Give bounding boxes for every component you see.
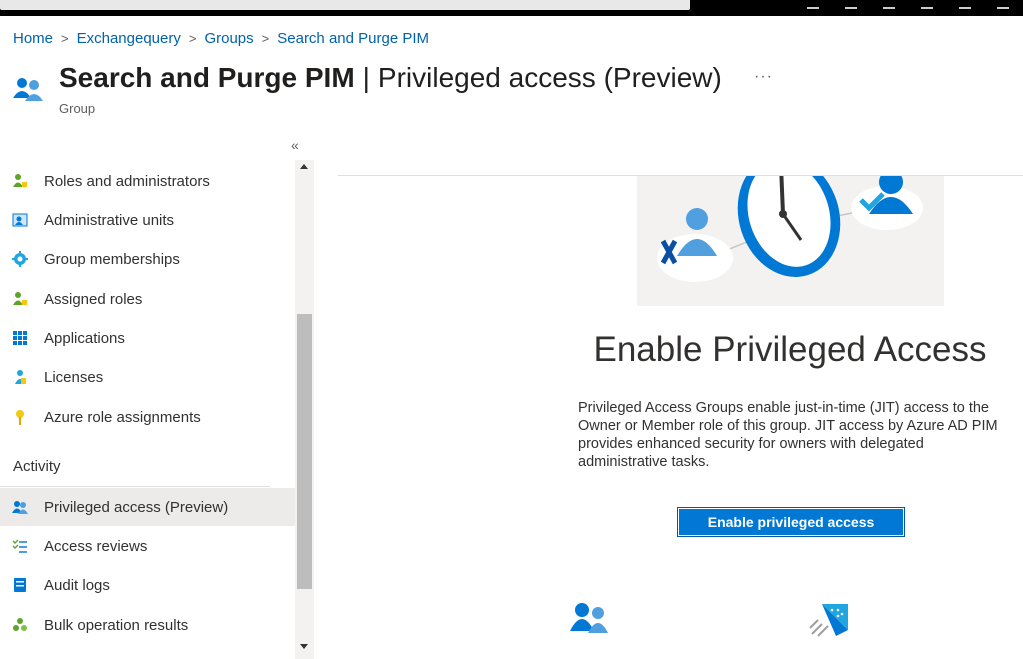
sidebar-item-label: Audit logs xyxy=(44,576,110,594)
breadcrumb-group[interactable]: Search and Purge PIM xyxy=(277,30,429,47)
sidebar-item-licenses[interactable]: Licenses xyxy=(0,358,295,396)
settings-icon[interactable] xyxy=(921,0,933,9)
scroll-up-icon[interactable] xyxy=(300,164,308,169)
sidebar-item-label: Azure role assignments xyxy=(44,408,201,426)
sidebar-item-azure-role-assignments[interactable]: Azure role assignments xyxy=(0,398,295,436)
directory-icon[interactable] xyxy=(845,0,857,9)
privileged-access-description: Privileged Access Groups enable just-in-… xyxy=(578,400,998,470)
help-icon[interactable] xyxy=(959,0,971,9)
admin-units-icon xyxy=(12,213,28,227)
sidebar-item-applications[interactable]: Applications xyxy=(0,319,295,357)
cloud-shell-icon[interactable] xyxy=(807,0,819,9)
sidebar-item-assigned-roles[interactable]: Assigned roles xyxy=(0,280,295,318)
sidebar-item-label: Bulk operation results xyxy=(44,616,189,634)
assigned-roles-icon xyxy=(13,292,27,305)
feedback-icon[interactable] xyxy=(997,0,1009,9)
privileged-access-icon xyxy=(12,501,28,514)
sidebar-item-label: Assigned roles xyxy=(44,290,143,308)
access-reviews-icon xyxy=(12,539,27,553)
sidebar-item-label: Access reviews xyxy=(44,537,148,555)
sidebar-item-access-reviews[interactable]: Access reviews xyxy=(0,527,295,565)
notifications-icon[interactable] xyxy=(883,0,895,9)
breadcrumb: Home > Exchangequery > Groups > Search a… xyxy=(13,30,429,47)
page-title-name: Search and Purge PIM xyxy=(59,62,355,93)
breadcrumb-tenant[interactable]: Exchangequery xyxy=(77,30,181,47)
bulk-operations-icon xyxy=(13,618,27,631)
enable-privileged-access-heading: Enable Privileged Access xyxy=(593,330,987,369)
page-title-separator: | xyxy=(362,62,370,93)
sidebar-item-group-memberships[interactable]: Group memberships xyxy=(0,240,295,278)
sidebar-item-bulk-operation-results[interactable]: Bulk operation results xyxy=(0,606,295,644)
scrollbar-thumb[interactable] xyxy=(297,314,312,589)
section-divider xyxy=(0,486,270,487)
sidebar-item-roles-and-administrators[interactable]: Roles and administrators xyxy=(0,162,295,200)
page-subtitle: Group xyxy=(59,101,96,116)
sidebar-item-label: Roles and administrators xyxy=(44,172,210,190)
key-icon xyxy=(16,410,24,425)
breadcrumb-separator: > xyxy=(261,31,270,46)
privileged-access-illustration xyxy=(637,176,944,306)
sidebar-scrollbar[interactable] xyxy=(295,160,314,659)
sidebar-item-label: Applications xyxy=(44,329,125,347)
sidebar: Roles and administrators Administrative … xyxy=(0,160,295,659)
sidebar-item-label: Privileged access (Preview) xyxy=(44,498,229,516)
sidebar-item-administrative-units[interactable]: Administrative units xyxy=(0,201,295,239)
scroll-down-icon[interactable] xyxy=(300,644,308,649)
sidebar-item-privileged-access[interactable]: Privileged access (Preview) xyxy=(0,488,295,526)
enable-privileged-access-button[interactable]: Enable privileged access xyxy=(677,507,905,537)
group-icon xyxy=(13,78,43,101)
rocket-feature-icon xyxy=(809,604,848,637)
sidebar-section-activity: Activity xyxy=(13,458,61,475)
breadcrumb-separator: > xyxy=(188,31,197,46)
roles-icon xyxy=(13,174,27,187)
sidebar-item-audit-logs[interactable]: Audit logs xyxy=(0,566,295,604)
sidebar-item-label: Licenses xyxy=(44,368,104,386)
page-title-section: Privileged access (Preview) xyxy=(377,62,722,93)
users-feature-icon xyxy=(570,603,608,633)
applications-grid-icon xyxy=(13,331,27,345)
top-bar-icons xyxy=(807,0,1009,9)
collapse-sidebar-button[interactable]: « xyxy=(291,137,299,153)
licenses-icon xyxy=(15,370,26,384)
sidebar-item-label: Group memberships xyxy=(44,250,180,268)
sidebar-item-label: Administrative units xyxy=(44,211,175,229)
global-search-input[interactable] xyxy=(0,0,690,10)
breadcrumb-separator: > xyxy=(61,31,69,46)
top-bar xyxy=(0,0,1023,16)
audit-logs-icon xyxy=(14,578,26,592)
breadcrumb-home[interactable]: Home xyxy=(13,30,53,47)
more-options-button[interactable]: ··· xyxy=(754,68,773,86)
page-title: Search and Purge PIM | Privileged access (… xyxy=(59,62,722,94)
gear-icon xyxy=(12,251,28,267)
breadcrumb-groups[interactable]: Groups xyxy=(204,30,253,47)
